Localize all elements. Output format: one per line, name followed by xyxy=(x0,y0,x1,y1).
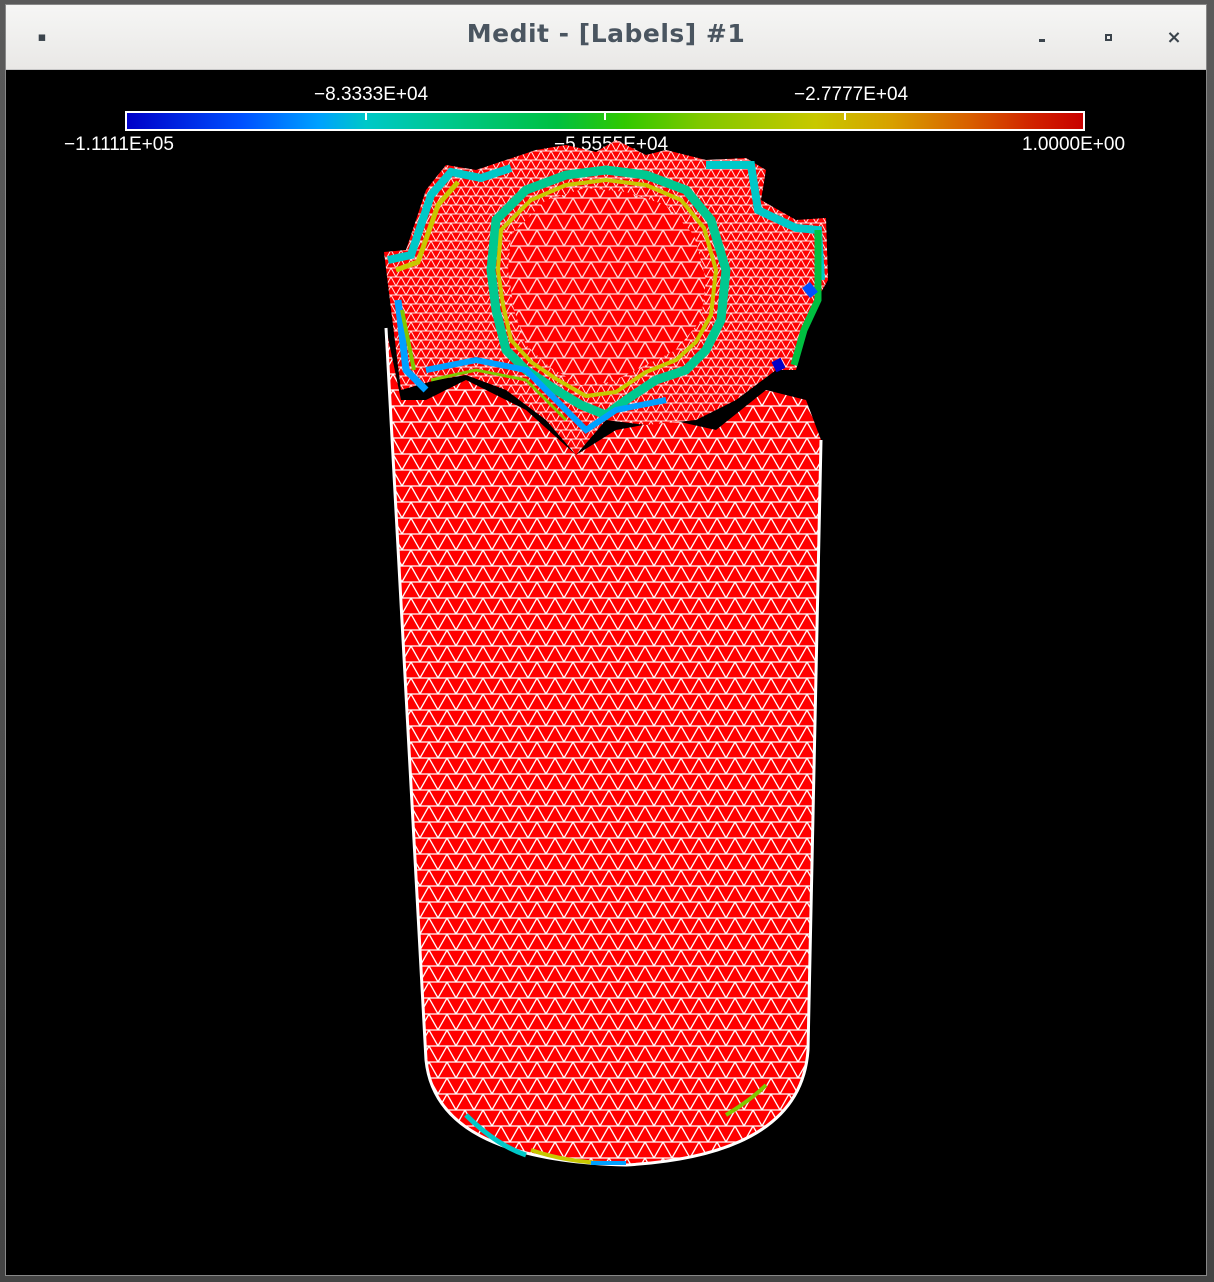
title-bar[interactable]: ▪ Medit - [Labels] #1 × xyxy=(6,5,1206,70)
cylinder-body xyxy=(384,327,823,1167)
close-icon: × xyxy=(1166,26,1182,48)
render-viewport[interactable]: −8.3333E+04 −2.7777E+04 −1.1111E+05 −5.5… xyxy=(6,70,1206,1275)
window-title: Medit - [Labels] #1 xyxy=(466,19,746,48)
close-button[interactable]: × xyxy=(1160,23,1188,51)
maximize-button[interactable] xyxy=(1094,23,1122,51)
minimize-button[interactable] xyxy=(1028,23,1056,51)
maximize-icon xyxy=(1104,33,1112,41)
medit-window: ▪ Medit - [Labels] #1 × −8.3333E+04 −2.7… xyxy=(5,4,1207,1276)
minimize-icon xyxy=(1039,38,1045,42)
mesh-render xyxy=(384,140,828,1167)
